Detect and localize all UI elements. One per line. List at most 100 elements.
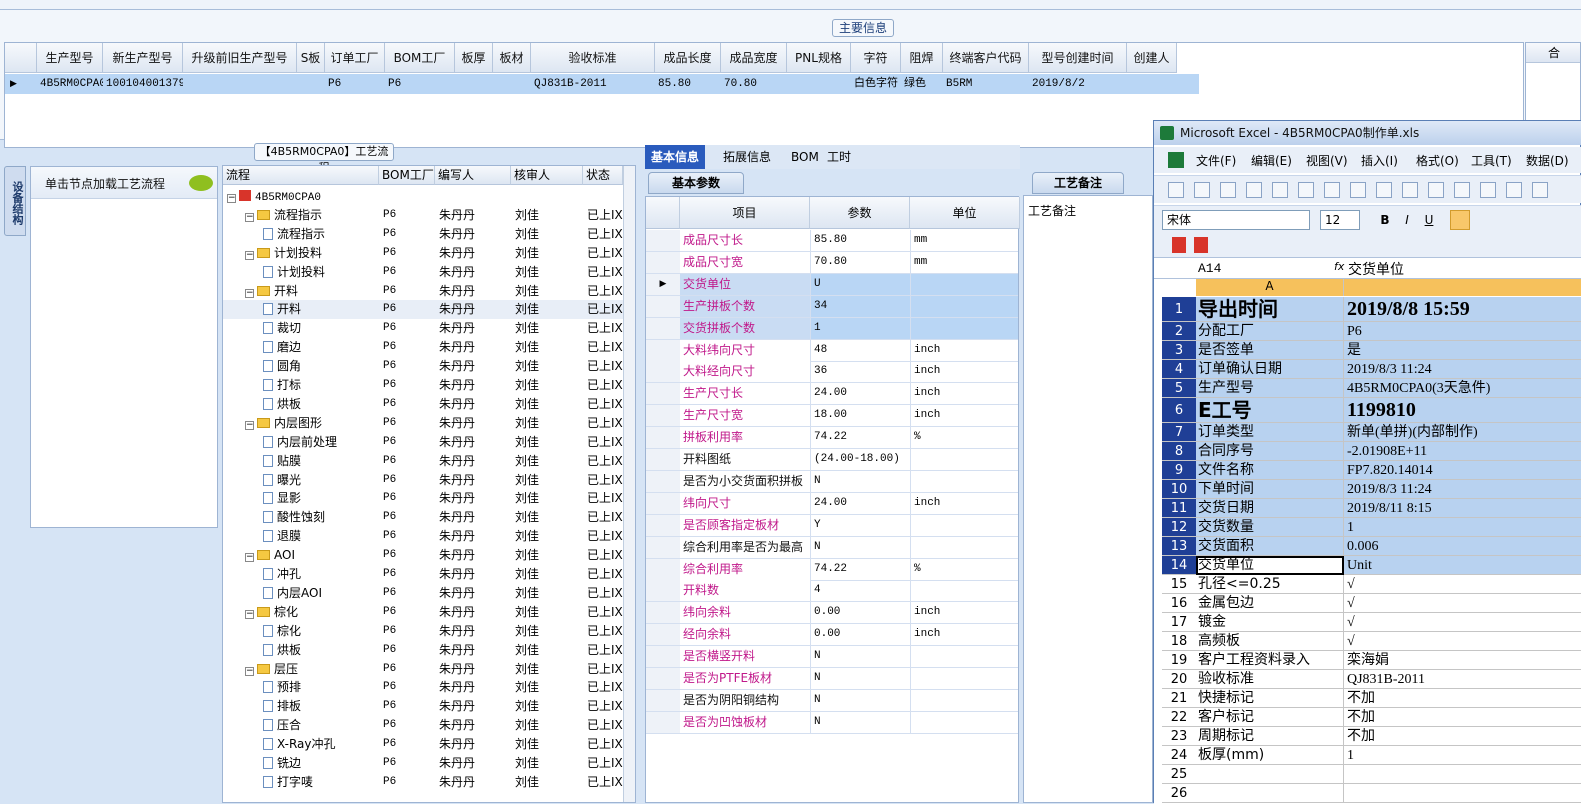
row-header[interactable]: 1 (1162, 297, 1196, 322)
row-header[interactable]: 9 (1162, 461, 1196, 480)
pdf-settings-icon[interactable] (1194, 237, 1208, 253)
cell-b[interactable]: √ (1344, 575, 1581, 594)
row-header[interactable]: 12 (1162, 518, 1196, 537)
basic-param-row[interactable]: 大料经向尺寸 36 inch (646, 361, 1018, 384)
subtab-basic-params[interactable]: 基本参数 (648, 172, 744, 194)
cell-a[interactable]: 快捷标记 (1196, 689, 1344, 708)
cell-b[interactable] (1344, 784, 1581, 803)
basic-param-row[interactable]: 生产拼板个数 34 (646, 295, 1018, 318)
excel-menu-item[interactable]: 格式(O) (1416, 152, 1459, 169)
cut-icon[interactable] (1402, 182, 1418, 198)
process-tree-row[interactable]: − 开料 P6 朱丹丹 刘佳 已上IX (223, 282, 623, 301)
basic-param-row[interactable]: 是否顾客指定板材 Y (646, 514, 1018, 537)
param-value[interactable]: (24.00-18.00) (810, 449, 910, 470)
cell-a[interactable]: 订单确认日期 (1196, 360, 1344, 379)
expand-toggle-icon[interactable]: − (245, 212, 254, 222)
save-icon[interactable] (1220, 182, 1236, 198)
font-size-select[interactable]: 12 (1320, 210, 1360, 230)
process-tree-row[interactable]: 贴膜 P6 朱丹丹 刘佳 已上IX (223, 452, 623, 471)
print-icon[interactable] (1298, 182, 1314, 198)
cell-a[interactable]: 验收标准 (1196, 670, 1344, 689)
param-value[interactable]: N (810, 668, 910, 689)
basic-param-row[interactable]: 成品尺寸长 85.80 mm (646, 230, 1018, 252)
excel-menu-item[interactable]: 文件(F) (1196, 152, 1236, 169)
basic-param-row[interactable]: 纬向尺寸 24.00 inch (646, 492, 1018, 515)
basic-param-row[interactable]: 是否为凹蚀板材 N (646, 711, 1018, 734)
column-header[interactable]: 新生产型号 (103, 43, 183, 73)
side-tab-equipment[interactable]: 设备结构 (4, 166, 26, 236)
row-header[interactable]: 20 (1162, 670, 1196, 689)
font-name-select[interactable]: 宋体 (1162, 210, 1310, 230)
param-value[interactable]: 34 (810, 295, 910, 317)
process-tree-row[interactable]: 打字唛 P6 朱丹丹 刘佳 已上IX (223, 773, 623, 792)
cell-a[interactable]: 交货单位 (1196, 556, 1344, 575)
column-header[interactable]: 板厚 (455, 43, 493, 73)
copy-icon[interactable] (1428, 182, 1444, 198)
cell-a[interactable]: 高频板 (1196, 632, 1344, 651)
cell-a[interactable] (1196, 784, 1344, 803)
param-value[interactable]: 48 (810, 339, 910, 361)
cell-a[interactable]: 板厚(mm) (1196, 746, 1344, 765)
row-header[interactable]: 18 (1162, 632, 1196, 651)
basic-param-row[interactable]: 是否横竖开料 N (646, 646, 1018, 669)
expand-toggle-icon[interactable]: − (245, 609, 254, 619)
tab-2[interactable]: BOM (785, 145, 825, 169)
cell-b[interactable] (1344, 765, 1581, 784)
paste-icon[interactable] (1454, 182, 1470, 198)
param-value[interactable]: 70.80 (810, 251, 910, 273)
basic-param-row[interactable]: 生产尺寸长 24.00 inch (646, 383, 1018, 406)
row-header[interactable]: 21 (1162, 689, 1196, 708)
process-tree-row[interactable]: 圆角 P6 朱丹丹 刘佳 已上IX (223, 357, 623, 376)
excel-menu-item[interactable]: 编辑(E) (1251, 152, 1292, 169)
basic-column-header[interactable]: 单位 (910, 197, 1020, 229)
row-header[interactable]: 17 (1162, 613, 1196, 632)
basic-param-row[interactable]: 经向余料 0.00 inch (646, 624, 1018, 647)
cell-b[interactable]: 新单(单拼)(内部制作) (1344, 423, 1581, 442)
column-header[interactable]: 板材 (493, 43, 531, 73)
param-value[interactable]: N (810, 711, 910, 733)
basic-param-row[interactable]: 交货拼板个数 1 (646, 317, 1018, 340)
tab-1[interactable]: 拓展信息 (717, 145, 777, 169)
cell-b[interactable]: 是 (1344, 341, 1581, 360)
italic-button[interactable]: I (1398, 211, 1416, 229)
underline-button[interactable]: U (1420, 211, 1438, 229)
param-value[interactable]: U (810, 273, 910, 295)
excel-menu-item[interactable]: 数据(D) (1526, 152, 1569, 169)
cell-a[interactable]: 文件名称 (1196, 461, 1344, 480)
cell-a[interactable]: 是否签单 (1196, 341, 1344, 360)
basic-param-row[interactable]: 拼板利用率 74.22% (646, 427, 1018, 450)
cell-a[interactable]: 订单类型 (1196, 423, 1344, 442)
param-value[interactable]: 74.22 (810, 558, 910, 580)
basic-param-row[interactable]: 生产尺寸宽 18.00 inch (646, 405, 1018, 428)
process-tree-row[interactable]: 冲孔 P6 朱丹丹 刘佳 已上IX (223, 565, 623, 584)
process-tree-row[interactable]: − 计划投料 P6 朱丹丹 刘佳 已上IX (223, 244, 623, 263)
cell-b[interactable]: 2019/8/3 11:24 (1344, 480, 1581, 499)
cell-a[interactable]: E工号 (1196, 398, 1344, 423)
row-header[interactable]: 15 (1162, 575, 1196, 594)
align-left-button[interactable] (1450, 210, 1470, 230)
column-header[interactable]: 成品宽度 (721, 43, 787, 73)
basic-param-row[interactable]: 成品尺寸宽 70.80 mm (646, 251, 1018, 274)
process-column-header[interactable]: 编写人 (435, 166, 511, 185)
cell-b[interactable]: √ (1344, 613, 1581, 632)
param-value[interactable]: 24.00 (810, 492, 910, 514)
row-header[interactable]: 13 (1162, 537, 1196, 556)
basic-column-header[interactable]: 项目 (680, 197, 810, 229)
process-column-header[interactable]: BOM工厂 (379, 166, 435, 185)
row-header[interactable]: 22 (1162, 708, 1196, 727)
param-value[interactable]: N (810, 536, 910, 558)
process-tree-row[interactable]: X-Ray冲孔 P6 朱丹丹 刘佳 已上IX (223, 735, 623, 754)
pdf-icon[interactable] (1172, 237, 1186, 253)
basic-param-row[interactable]: 综合利用率 74.22% (646, 558, 1018, 581)
row-header[interactable]: 5 (1162, 379, 1196, 398)
cell-b[interactable]: Unit (1344, 556, 1581, 575)
cell-b[interactable]: FP7.820.14014 (1344, 461, 1581, 480)
row-header[interactable]: 16 (1162, 594, 1196, 613)
column-header[interactable]: 订单工厂 (325, 43, 385, 73)
row-header[interactable]: 3 (1162, 341, 1196, 360)
param-value[interactable]: 74.22 (810, 427, 910, 449)
basic-param-row[interactable]: 大料纬向尺寸 48 inch (646, 339, 1018, 362)
basic-param-row[interactable]: 开料数 4 (646, 580, 1018, 603)
undo-icon[interactable] (1506, 182, 1522, 198)
cell-a[interactable] (1196, 765, 1344, 784)
